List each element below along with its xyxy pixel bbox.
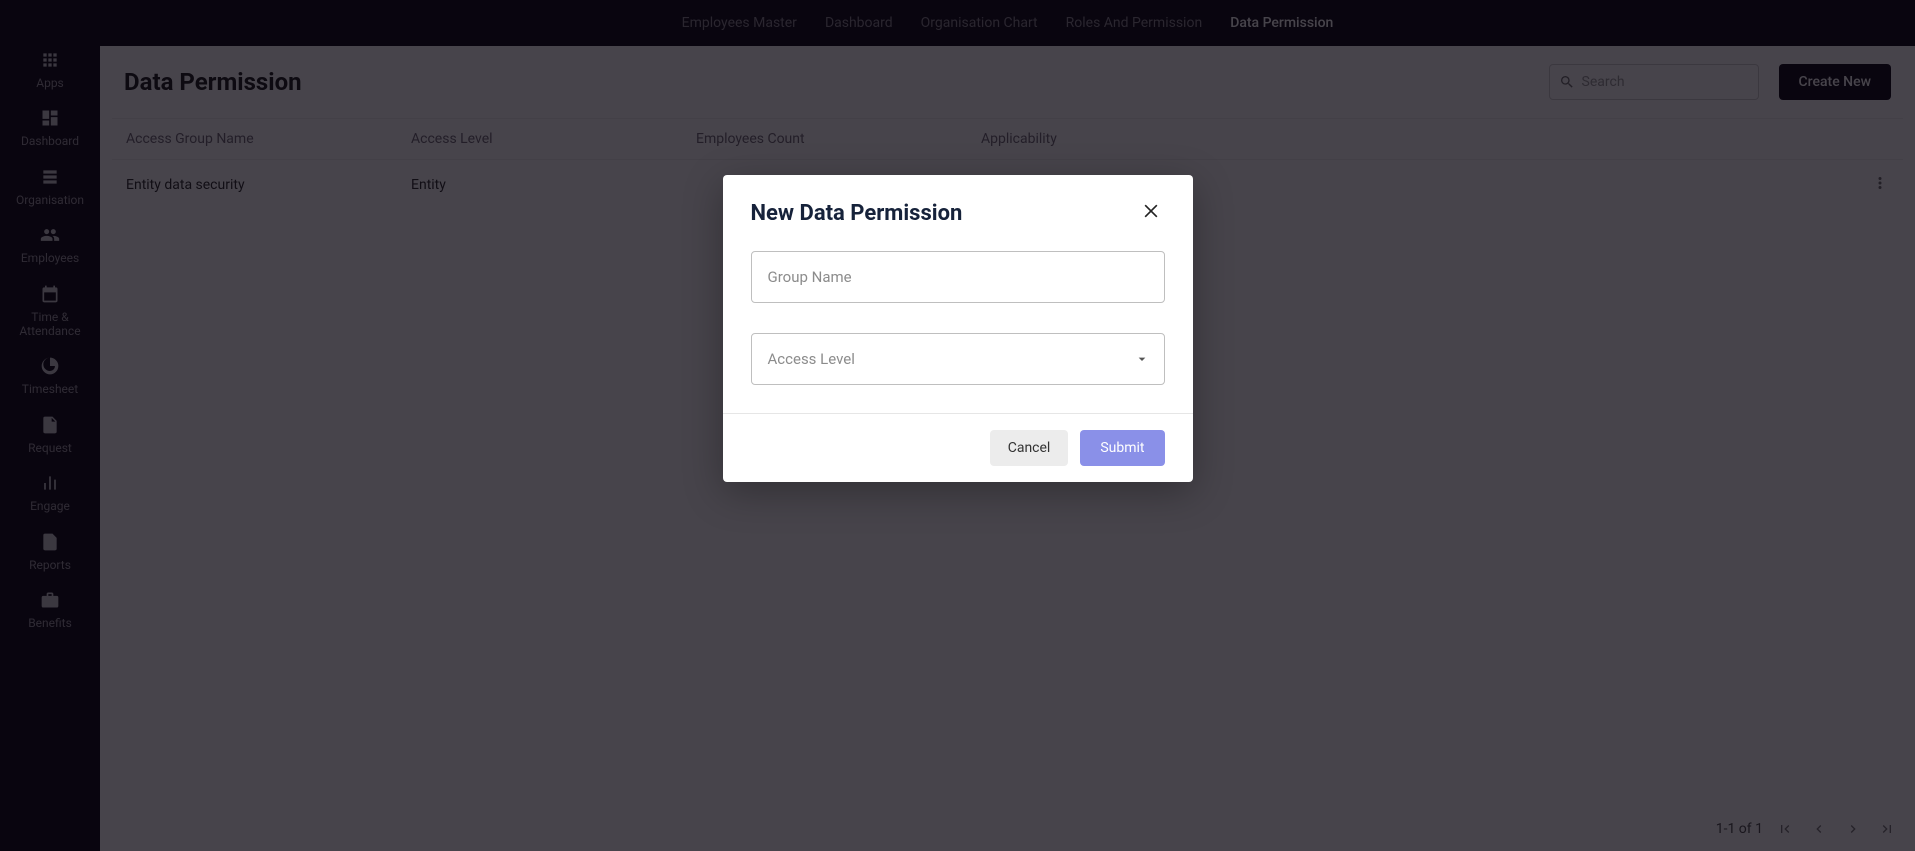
group-name-input[interactable] (751, 251, 1165, 303)
group-name-field (751, 251, 1165, 303)
close-button[interactable] (1137, 197, 1165, 229)
close-icon (1141, 201, 1161, 221)
cancel-button[interactable]: Cancel (990, 430, 1069, 466)
access-level-placeholder: Access Level (768, 350, 855, 368)
modal-overlay[interactable]: New Data Permission Access Level Cancel (0, 0, 1915, 851)
submit-button[interactable]: Submit (1080, 430, 1164, 466)
modal-footer: Cancel Submit (723, 413, 1193, 482)
modal-body: Access Level (723, 239, 1193, 413)
modal-header: New Data Permission (723, 175, 1193, 239)
new-data-permission-modal: New Data Permission Access Level Cancel (723, 175, 1193, 482)
access-level-select[interactable]: Access Level (751, 333, 1165, 385)
modal-title: New Data Permission (751, 201, 963, 226)
chevron-down-icon (1134, 351, 1150, 367)
access-level-field: Access Level (751, 333, 1165, 385)
